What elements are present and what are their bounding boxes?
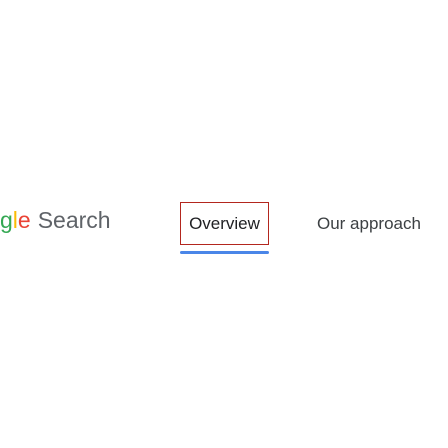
tab-overview-label: Overview [189, 213, 260, 233]
active-tab-indicator [180, 251, 269, 254]
tab-overview[interactable]: Overview [180, 202, 269, 245]
tab-our-approach[interactable]: Our approach [317, 202, 421, 245]
google-logo-wordmark: gle [0, 205, 31, 235]
google-search-logo[interactable]: gle Search [0, 205, 111, 235]
page: gle Search Overview Our approach [0, 0, 448, 448]
product-name: Search [37, 207, 111, 233]
tab-our-approach-label: Our approach [317, 213, 421, 233]
logo-letter-g: g [0, 207, 13, 233]
logo-letter-e: e [17, 207, 31, 233]
